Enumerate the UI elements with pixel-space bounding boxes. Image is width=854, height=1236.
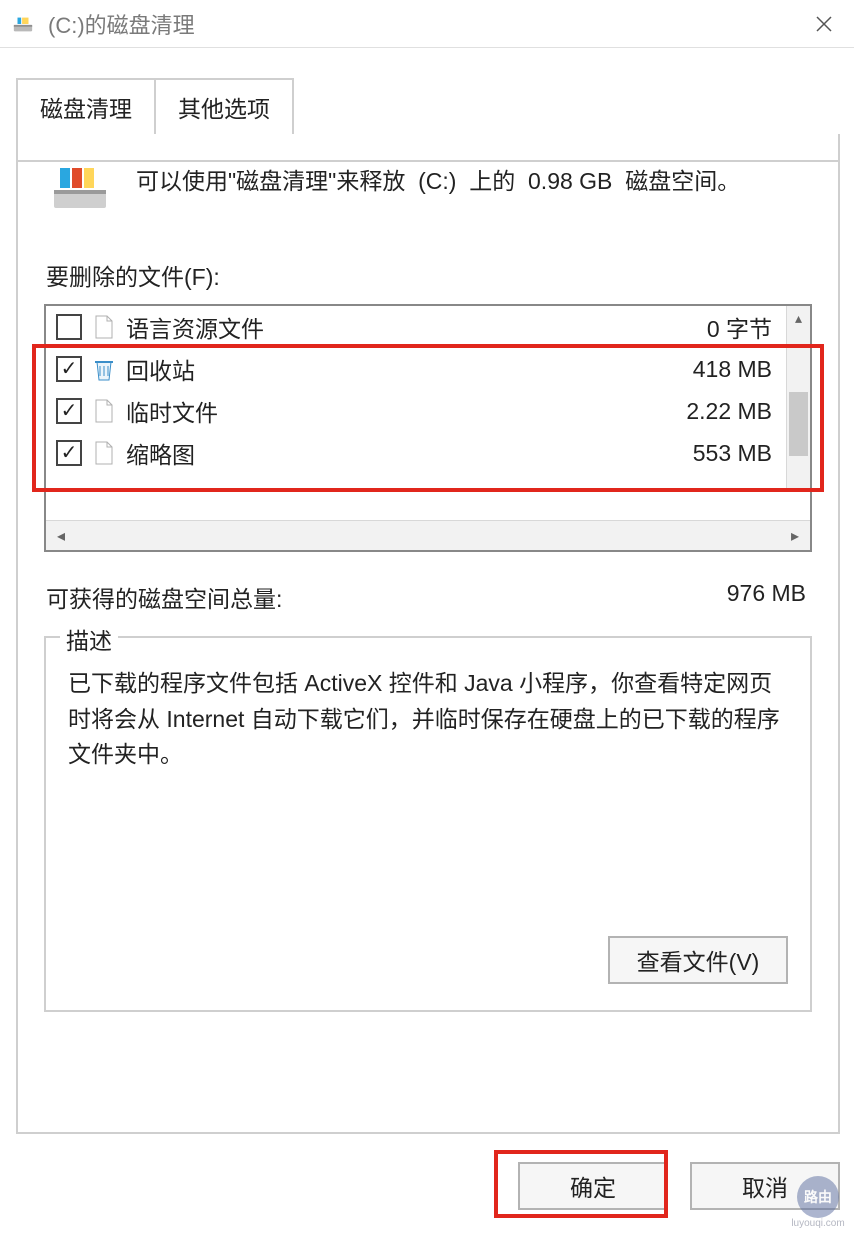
file-icon bbox=[92, 397, 116, 425]
file-name: 缩略图 bbox=[126, 436, 693, 470]
intro-row: 可以使用"磁盘清理"来释放 (C:) 上的 0.98 GB 磁盘空间。 bbox=[44, 156, 812, 214]
watermark: 路由 luyouqi.com bbox=[788, 1172, 848, 1232]
total-space-label: 可获得的磁盘空间总量: bbox=[46, 580, 282, 614]
titlebar: (C:)的磁盘清理 bbox=[0, 0, 854, 48]
description-group: 描述 已下载的程序文件包括 ActiveX 控件和 Java 小程序，你查看特定… bbox=[44, 636, 812, 1012]
scroll-up-icon[interactable]: ▴ bbox=[787, 306, 810, 330]
total-space-row: 可获得的磁盘空间总量: 976 MB bbox=[46, 580, 812, 614]
tab-strip: 磁盘清理 其他选项 bbox=[16, 78, 854, 134]
file-icon bbox=[92, 313, 116, 341]
vertical-scrollbar[interactable]: ▴ bbox=[786, 306, 810, 490]
file-row[interactable]: 语言资源文件 0 字节 bbox=[46, 306, 810, 348]
recycle-bin-icon bbox=[92, 355, 116, 383]
disk-cleanup-icon bbox=[12, 13, 34, 35]
checkbox[interactable]: ✓ bbox=[56, 440, 82, 466]
close-button[interactable] bbox=[794, 0, 854, 48]
description-legend: 描述 bbox=[60, 622, 118, 656]
file-size: 418 MB bbox=[693, 356, 778, 383]
total-space-value: 976 MB bbox=[727, 580, 812, 614]
intro-part3: 磁盘空间。 bbox=[625, 168, 740, 194]
file-icon bbox=[92, 439, 116, 467]
intro-part2: 上的 bbox=[469, 168, 515, 194]
file-list: 语言资源文件 0 字节 ✓ 回收站 418 MB ✓ bbox=[44, 304, 812, 552]
intro-part1: 可以使用"磁盘清理"来释放 bbox=[136, 168, 405, 194]
intro-drive: (C:) bbox=[418, 168, 456, 194]
intro-text: 可以使用"磁盘清理"来释放 (C:) 上的 0.98 GB 磁盘空间。 bbox=[136, 156, 740, 200]
file-name: 临时文件 bbox=[126, 394, 686, 428]
checkbox[interactable]: ✓ bbox=[56, 398, 82, 424]
tab-other-options[interactable]: 其他选项 bbox=[154, 78, 294, 134]
view-files-button[interactable]: 查看文件(V) bbox=[608, 936, 788, 984]
file-name: 语言资源文件 bbox=[126, 310, 707, 344]
file-row[interactable]: ✓ 回收站 418 MB bbox=[46, 348, 810, 390]
file-row[interactable]: ✓ 缩略图 553 MB bbox=[46, 432, 810, 474]
drive-icon bbox=[50, 162, 110, 214]
file-size: 553 MB bbox=[693, 440, 778, 467]
scroll-thumb[interactable] bbox=[789, 392, 808, 456]
tab-disk-cleanup[interactable]: 磁盘清理 bbox=[16, 78, 156, 134]
scroll-right-icon[interactable]: ▸ bbox=[780, 521, 810, 551]
tab-content: 可以使用"磁盘清理"来释放 (C:) 上的 0.98 GB 磁盘空间。 要删除的… bbox=[16, 134, 840, 1134]
description-text: 已下载的程序文件包括 ActiveX 控件和 Java 小程序，你查看特定网页时… bbox=[68, 666, 788, 786]
scroll-left-icon[interactable]: ◂ bbox=[46, 521, 76, 551]
window-title: (C:)的磁盘清理 bbox=[48, 8, 195, 40]
dialog-footer: 确定 取消 bbox=[0, 1142, 854, 1210]
horizontal-scrollbar[interactable]: ◂ ▸ bbox=[46, 520, 810, 550]
file-row[interactable]: ✓ 临时文件 2.22 MB bbox=[46, 390, 810, 432]
checkbox[interactable]: ✓ bbox=[56, 356, 82, 382]
files-to-delete-label: 要删除的文件(F): bbox=[46, 258, 812, 292]
watermark-logo: 路由 bbox=[797, 1176, 839, 1218]
intro-size: 0.98 GB bbox=[528, 168, 612, 194]
file-name: 回收站 bbox=[126, 352, 693, 386]
watermark-text: luyouqi.com bbox=[791, 1218, 844, 1229]
file-size: 2.22 MB bbox=[686, 398, 778, 425]
checkbox[interactable] bbox=[56, 314, 82, 340]
file-size: 0 字节 bbox=[707, 310, 778, 344]
ok-button[interactable]: 确定 bbox=[518, 1162, 668, 1210]
